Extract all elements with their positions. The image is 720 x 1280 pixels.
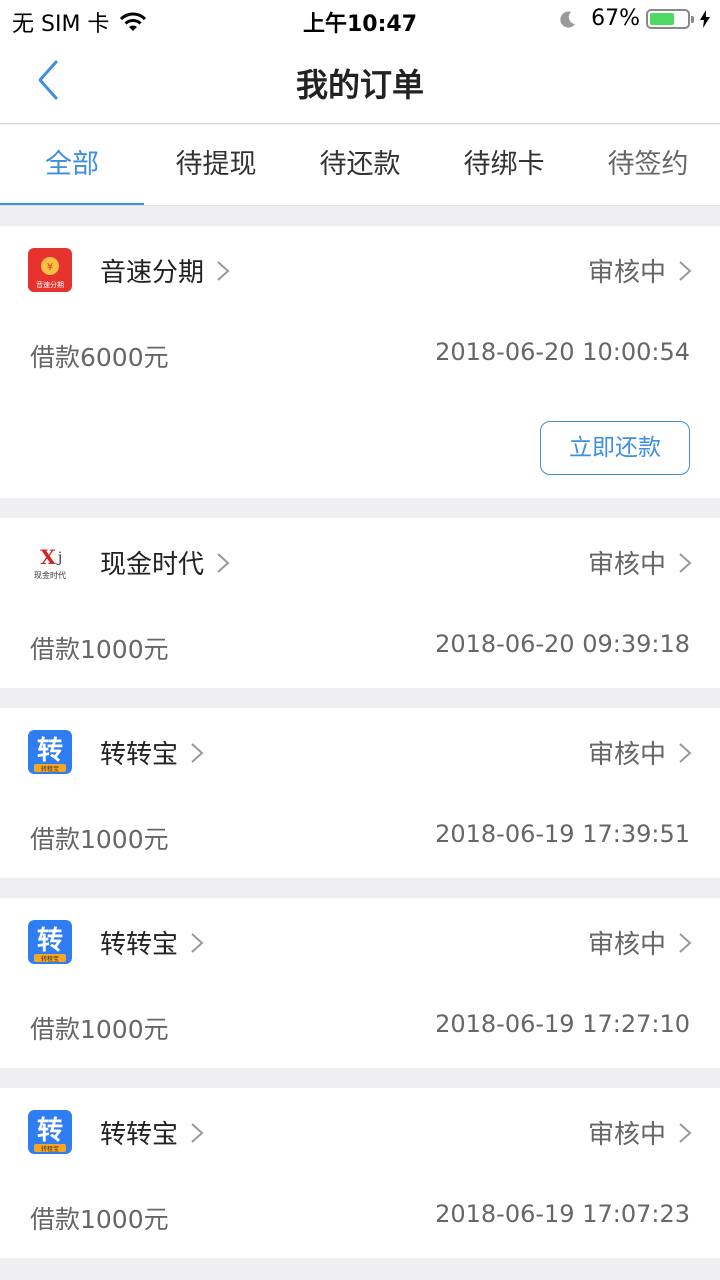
- status-label: 审核中: [587, 740, 666, 770]
- merchant-name: 音速分期: [100, 258, 205, 288]
- zhuanzhuanbao-logo: 转 转租宝: [28, 1110, 72, 1154]
- logo-subtext: 转租宝: [41, 765, 59, 773]
- merchant-link[interactable]: 转转宝: [100, 734, 204, 771]
- nav-bar: 我的订单: [0, 40, 720, 124]
- chevron-right-icon: [217, 552, 230, 573]
- zhuanzhuanbao-logo: 转 转租宝: [28, 920, 72, 964]
- tab-pending-sign[interactable]: 待签约: [576, 125, 720, 205]
- logo-subtext: 转租宝: [41, 1145, 59, 1153]
- order-card[interactable]: 转 转租宝 转转宝 审核中 借款1000元 2018-06-19 17:07:2…: [0, 1088, 720, 1258]
- chevron-right-icon: [191, 932, 204, 953]
- logo-text: 转: [37, 926, 63, 956]
- merchant-name: 现金时代: [100, 550, 205, 580]
- order-status[interactable]: 审核中: [588, 1114, 692, 1151]
- merchant-link[interactable]: 转转宝: [100, 924, 204, 961]
- chevron-right-icon: [679, 260, 692, 281]
- status-label: 审核中: [587, 1120, 666, 1150]
- order-list: ¥ 音速分期 音速分期 审核中 借款6000元 2018-06-20 10:00…: [0, 226, 720, 1278]
- chevron-right-icon: [191, 1122, 204, 1143]
- xianjin-logo: X j 现金时代: [28, 540, 72, 584]
- chevron-right-icon: [679, 552, 692, 573]
- tab-all[interactable]: 全部: [0, 125, 144, 205]
- tab-pending-withdraw[interactable]: 待提现: [144, 125, 288, 205]
- loan-amount: 借款1000元: [30, 1205, 169, 1234]
- order-time: 2018-06-20 09:39:18: [435, 630, 690, 658]
- status-bar: 无 SIM 卡 上午10:47 67%: [0, 0, 720, 40]
- chevron-right-icon: [217, 260, 230, 281]
- order-status[interactable]: 审核中: [588, 544, 692, 581]
- loan-amount: 借款6000元: [30, 343, 169, 372]
- merchant-name: 转转宝: [100, 740, 179, 770]
- tab-pending-bind-card[interactable]: 待绑卡: [432, 125, 576, 205]
- order-status[interactable]: 审核中: [588, 252, 692, 289]
- battery-fill: [650, 12, 675, 25]
- charging-icon: [700, 9, 710, 28]
- zhuanzhuanbao-logo: 转 转租宝: [28, 730, 72, 774]
- merchant-link[interactable]: 音速分期: [100, 252, 230, 289]
- moon-icon: [560, 11, 576, 28]
- tab-pending-repay[interactable]: 待还款: [288, 125, 432, 205]
- order-time: 2018-06-19 17:27:10: [435, 1010, 690, 1038]
- merchant-name: 转转宝: [100, 1120, 179, 1150]
- merchant-link[interactable]: 现金时代: [100, 544, 230, 581]
- battery-percent: 67%: [591, 6, 640, 31]
- chevron-right-icon: [679, 1122, 692, 1143]
- logo-text: 音速分期: [36, 280, 64, 289]
- merchant-link[interactable]: 转转宝: [100, 1114, 204, 1151]
- order-card[interactable]: X j 现金时代 现金时代 审核中 借款1000元 2018-06-20 09:…: [0, 518, 720, 688]
- logo-subtext: 转租宝: [41, 955, 59, 963]
- svg-text:X: X: [40, 545, 56, 569]
- order-card[interactable]: 转 转租宝 转转宝 审核中 借款1000元 2018-06-19 17:27:1…: [0, 898, 720, 1068]
- order-status[interactable]: 审核中: [588, 734, 692, 771]
- chevron-right-icon: [679, 742, 692, 763]
- system-indicators: 67%: [559, 6, 710, 31]
- order-time: 2018-06-19 17:07:23: [435, 1200, 690, 1228]
- order-time: 2018-06-19 17:39:51: [435, 820, 690, 848]
- logo-text: 现金时代: [34, 570, 66, 580]
- status-label: 审核中: [587, 930, 666, 960]
- chevron-right-icon: [191, 742, 204, 763]
- yinsu-logo: ¥ 音速分期: [28, 248, 72, 292]
- status-label: 审核中: [587, 258, 666, 288]
- page-title: 我的订单: [295, 66, 424, 104]
- chevron-right-icon: [679, 932, 692, 953]
- order-time: 2018-06-20 10:00:54: [435, 338, 690, 366]
- status-label: 审核中: [587, 550, 666, 580]
- loan-amount: 借款1000元: [30, 635, 169, 664]
- repay-now-button[interactable]: 立即还款: [540, 421, 690, 475]
- loan-amount: 借款1000元: [30, 1015, 169, 1044]
- battery-icon: [646, 8, 694, 29]
- order-status[interactable]: 审核中: [588, 924, 692, 961]
- merchant-name: 转转宝: [100, 930, 179, 960]
- svg-text:¥: ¥: [47, 262, 53, 273]
- logo-text: 转: [37, 736, 63, 766]
- order-tabs: 全部 待提现 待还款 待绑卡 待签约: [0, 125, 720, 206]
- logo-text: 转: [37, 1116, 63, 1146]
- loan-amount: 借款1000元: [30, 825, 169, 854]
- order-card[interactable]: ¥ 音速分期 音速分期 审核中 借款6000元 2018-06-20 10:00…: [0, 226, 720, 498]
- order-card[interactable]: 转 转租宝 转转宝 审核中 借款1000元 2018-06-19 17:39:5…: [0, 708, 720, 878]
